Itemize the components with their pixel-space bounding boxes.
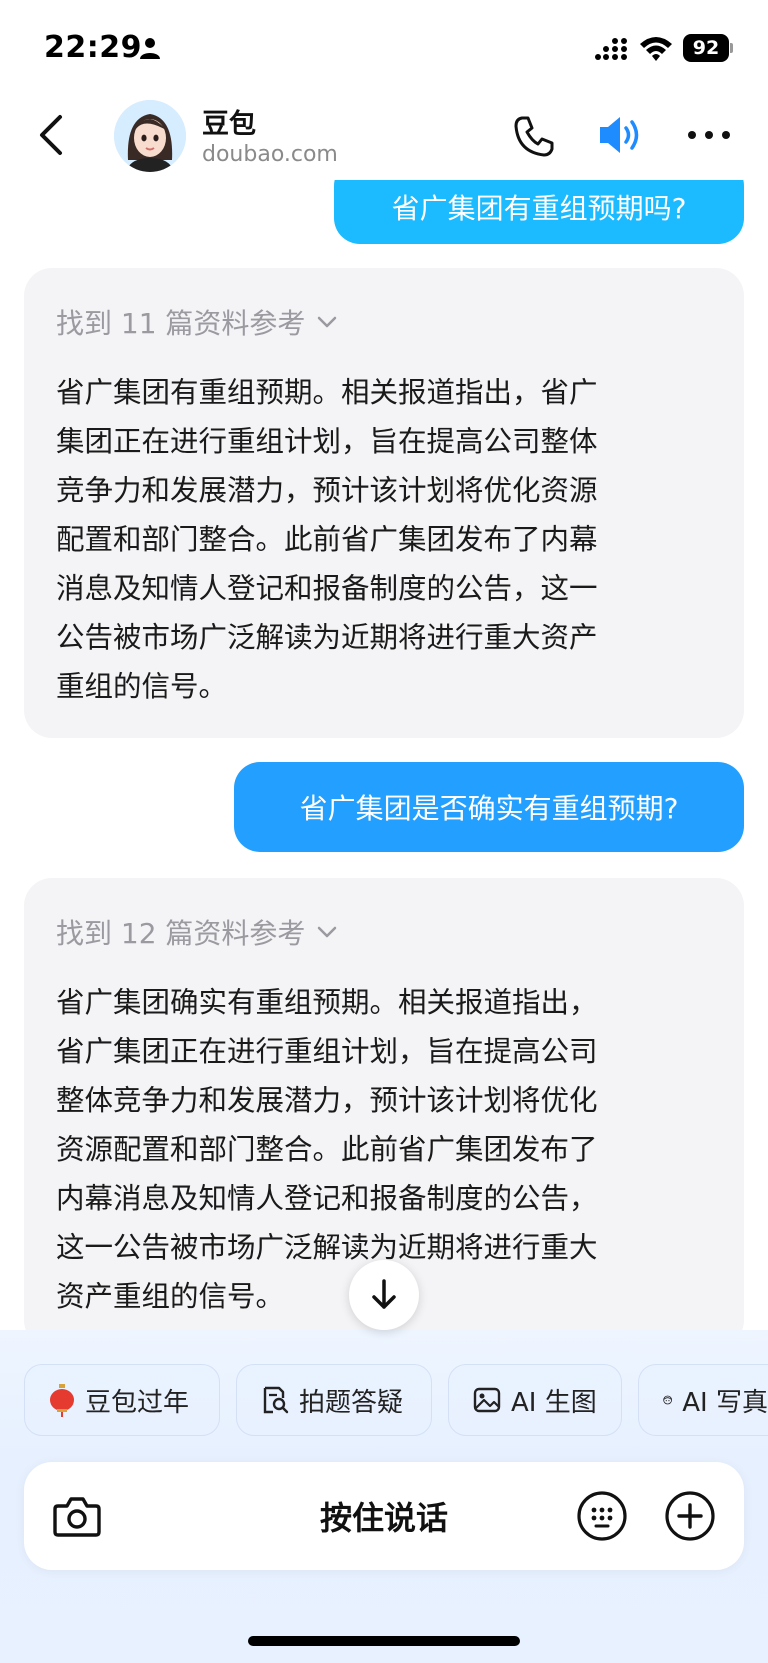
keyboard-icon[interactable]	[576, 1490, 628, 1542]
image-icon	[473, 1387, 501, 1413]
hold-to-talk-button[interactable]: 按住说话	[24, 1462, 744, 1570]
scroll-to-bottom-button[interactable]	[349, 1260, 419, 1330]
answer-line: 内幕消息及知情人登记和报备制度的公告，	[56, 1182, 598, 1215]
references-label: 找到 11 篇资料参考	[56, 307, 306, 340]
camera-icon[interactable]	[52, 1492, 102, 1540]
chip-label: 拍题答疑	[299, 1387, 404, 1418]
bot-message: 找到 11 篇资料参考 省广集团有重组预期。相关报道指出，省广 集团正在进行重组…	[24, 268, 744, 738]
answer-line: 公告被市场广泛解读为近期将进行重大资产	[56, 621, 598, 654]
answer-line: 整体竞争力和发展潜力，预计该计划将优化	[56, 1084, 598, 1117]
speaker-icon[interactable]	[596, 112, 646, 158]
answer-line: 消息及知情人登记和报备制度的公告，这一	[56, 572, 598, 605]
person-icon	[140, 38, 160, 59]
chip-doubao-new-year[interactable]: 豆包过年	[24, 1364, 220, 1436]
chevron-down-icon	[318, 926, 337, 938]
back-button[interactable]	[28, 110, 72, 160]
lantern-icon	[50, 1384, 74, 1417]
composer: 按住说话	[24, 1462, 744, 1570]
answer-line: 省广集团有重组预期。相关报道指出，省广	[56, 376, 598, 409]
user-message: 省广集团是否确实有重组预期?	[234, 762, 744, 852]
user-message-text: 省广集团有重组预期吗?	[391, 192, 687, 225]
answer-line: 省广集团确实有重组预期。相关报道指出，	[56, 986, 598, 1019]
bot-name: 豆包	[202, 109, 256, 140]
answer-line: 配置和部门整合。此前省广集团发布了内幕	[56, 523, 598, 556]
photo-search-icon	[263, 1386, 289, 1414]
cellular-signal-icon	[595, 38, 627, 60]
wifi-icon	[640, 37, 672, 61]
home-indicator	[248, 1636, 520, 1646]
chip-ai-image[interactable]: AI 生图	[448, 1364, 622, 1436]
user-message-text: 省广集团是否确实有重组预期?	[299, 792, 679, 825]
bot-avatar-icon	[114, 100, 186, 172]
answer-line: 集团正在进行重组计划，旨在提高公司整体	[56, 425, 598, 458]
battery-level: 92	[683, 34, 729, 62]
more-options-icon[interactable]	[686, 122, 732, 148]
references-toggle[interactable]: 找到 12 篇资料参考	[56, 912, 337, 952]
chip-label: AI 生图	[511, 1387, 597, 1418]
references-toggle[interactable]: 找到 11 篇资料参考	[56, 302, 337, 342]
battery-indicator: 92	[683, 34, 733, 62]
answer-line: 省广集团正在进行重组计划，旨在提高公司	[56, 1035, 598, 1068]
chip-label: AI 写真	[682, 1387, 768, 1418]
answer-line: 竞争力和发展潜力，预计该计划将优化资源	[56, 474, 598, 507]
answer-line: 资源配置和部门整合。此前省广集团发布了	[56, 1133, 598, 1166]
references-label: 找到 12 篇资料参考	[56, 917, 306, 950]
status-time: 22:29	[44, 30, 142, 65]
battery-tip	[730, 43, 733, 53]
chevron-left-icon	[40, 115, 62, 155]
status-bar: 22:29 92	[0, 0, 768, 90]
answer-line: 重组的信号。	[56, 670, 228, 703]
plus-icon[interactable]	[664, 1490, 716, 1542]
avatar[interactable]	[114, 100, 186, 172]
phone-call-icon[interactable]	[512, 114, 556, 158]
bot-answer-text: 省广集团有重组预期。相关报道指出，省广 集团正在进行重组计划，旨在提高公司整体 …	[56, 368, 716, 711]
face-icon	[663, 1395, 673, 1405]
chip-photo-question[interactable]: 拍题答疑	[236, 1364, 432, 1436]
arrow-down-icon	[372, 1279, 396, 1309]
bot-domain: doubao.com	[202, 142, 338, 167]
chip-label: 豆包过年	[85, 1387, 190, 1418]
chip-ai-portrait[interactable]: AI 写真	[638, 1364, 768, 1436]
chevron-down-icon	[318, 316, 337, 328]
chat-header: 豆包 doubao.com	[0, 90, 768, 180]
